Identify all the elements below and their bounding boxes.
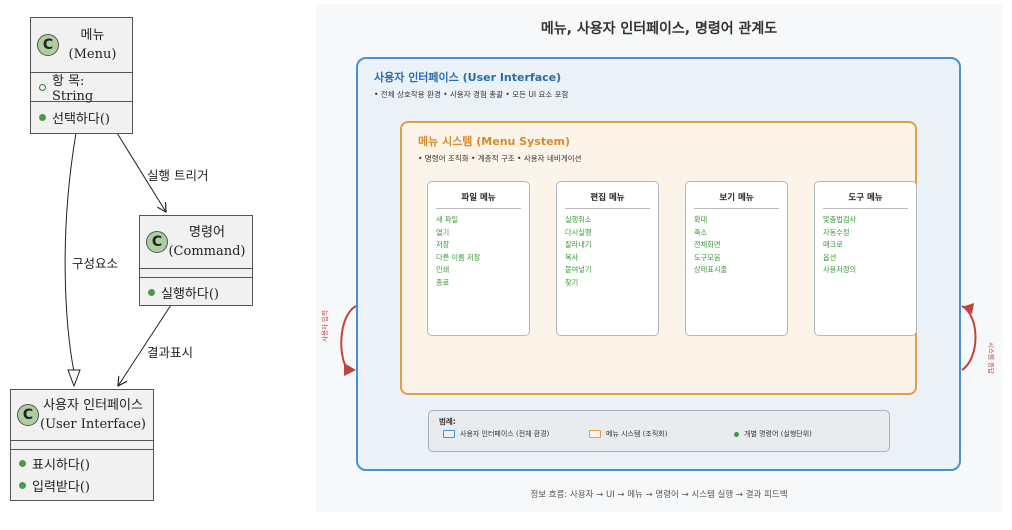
- public-method-icon: [19, 481, 26, 489]
- private-attribute-icon: [39, 83, 46, 91]
- class-command-header: C 명령어 (Command): [140, 216, 252, 268]
- legend-item-ui: 사용자 인터페이스 (전체 환경): [443, 429, 549, 439]
- command-item: 열기: [436, 227, 450, 237]
- command-item: 자동수정: [823, 227, 850, 237]
- command-item: 확대: [694, 215, 708, 224]
- legend-item-command: 개별 명령어 (실행단위): [734, 429, 812, 439]
- label-component: 구성요소: [72, 256, 119, 271]
- class-ui-header: C 사용자 인터페이스 (User Interface): [11, 390, 153, 440]
- class-command-eng: (Command): [168, 244, 246, 259]
- public-method-icon: [39, 113, 46, 121]
- command-item: 붙여넣기: [565, 265, 592, 274]
- side-label-system-response: 시스템 응답: [986, 342, 995, 374]
- command-item: 새 파일: [436, 215, 459, 224]
- menu-card-edit: 편집 메뉴 실행취소 다시실행 잘라내기 복사 붙여넣기 찾기: [556, 181, 659, 336]
- relationship-diagram: 메뉴, 사용자 인터페이스, 명령어 관계도 사용자 입력 시스템 응답 사용자…: [316, 4, 1002, 512]
- command-item: 축소: [694, 227, 708, 237]
- command-item: 다른 이름 저장: [436, 252, 481, 262]
- menu-system-title: 메뉴 시스템 (Menu System): [418, 135, 571, 148]
- legend-ui-swatch: [443, 430, 455, 438]
- class-menu-header: C 메뉴 (Menu): [31, 18, 132, 72]
- class-icon: C: [37, 34, 59, 56]
- class-menu-name: 메뉴: [80, 28, 105, 43]
- legend-item-menu: 메뉴 시스템 (조직화): [589, 429, 667, 439]
- legend-command-dot-icon: [734, 431, 739, 437]
- class-user-interface: C 사용자 인터페이스 (User Interface) 표시하다() 입력받다…: [10, 389, 154, 501]
- command-item: 잘라내기: [565, 240, 592, 249]
- command-item: 종료: [436, 277, 450, 287]
- menu-system-subtitle: • 명령어 조직화 • 계층적 구조 • 사용자 네비게이션: [418, 154, 582, 163]
- public-method-icon: [148, 288, 155, 296]
- command-item: 옵션: [823, 252, 837, 262]
- user-input-arrowhead: [344, 363, 356, 376]
- menu-card-title: 편집 메뉴: [565, 191, 650, 209]
- ui-box-subtitle: • 전체 상호작용 환경 • 사용자 경험 총괄 • 모든 UI 요소 포함: [374, 90, 569, 99]
- command-item: 복사: [565, 252, 579, 262]
- user-input-arc: [340, 305, 357, 371]
- menu-card-tools: 도구 메뉴 맞춤법검사 자동수정 매크로 옵션 사용자정의: [814, 181, 917, 336]
- ui-box-title: 사용자 인터페이스 (User Interface): [374, 71, 562, 84]
- flow-footer: 정보 흐름: 사용자 → UI → 메뉴 → 명령어 → 시스템 실행 → 결과…: [530, 490, 788, 500]
- menu-card-title: 도구 메뉴: [823, 191, 908, 209]
- command-item: 인쇄: [436, 265, 450, 274]
- hollow-triangle-head: [67, 369, 81, 388]
- menu-card-title: 보기 메뉴: [694, 191, 779, 209]
- command-item: 다시실행: [565, 227, 592, 237]
- operation-row: 표시하다(): [11, 450, 153, 474]
- class-ui-eng: (User Interface): [40, 417, 146, 432]
- class-icon: C: [146, 231, 168, 253]
- command-item: 저장: [436, 240, 450, 249]
- operation-row: 선택하다(): [31, 102, 132, 132]
- ui-box: 사용자 인터페이스 (User Interface) • 전체 상호작용 환경 …: [356, 57, 961, 471]
- legend-title: 범례:: [439, 417, 456, 426]
- side-label-user-input: 사용자 입력: [320, 310, 329, 342]
- menu-system-box: 메뉴 시스템 (Menu System) • 명령어 조직화 • 계층적 구조 …: [400, 121, 917, 395]
- command-item: 사용자정의: [823, 265, 857, 274]
- attribute-row: 항 목: String: [31, 73, 132, 104]
- command-item: 매크로: [823, 240, 843, 249]
- class-icon: C: [17, 404, 39, 426]
- system-response-arc: [961, 305, 977, 371]
- command-item: 상태표시줄: [694, 265, 728, 274]
- public-method-icon: [19, 460, 26, 467]
- class-menu: C 메뉴 (Menu) 항 목: String 선택하다(): [30, 17, 133, 134]
- menu-card-view: 보기 메뉴 확대 축소 전체화면 도구모음 상태표시줄: [685, 181, 788, 336]
- operation-row: 입력받다(): [11, 474, 153, 496]
- label-result: 결과표시: [147, 345, 194, 360]
- command-item: 실행취소: [565, 215, 592, 224]
- legend-menu-swatch: [589, 430, 601, 438]
- label-trigger: 실행 트리거: [147, 168, 209, 183]
- class-command-name: 명령어: [189, 225, 225, 240]
- command-item: 찾기: [565, 277, 579, 287]
- menu-card-file: 파일 메뉴 새 파일 열기 저장 다른 이름 저장 인쇄 종료: [427, 181, 530, 336]
- menu-card-title: 파일 메뉴: [436, 191, 521, 209]
- operation-row: 실행하다(): [140, 278, 252, 306]
- command-item: 도구모음: [694, 252, 721, 262]
- command-item: 전체화면: [694, 240, 721, 249]
- command-item: 맞춤법검사: [823, 215, 857, 224]
- class-command: C 명령어 (Command) 실행하다(): [139, 215, 253, 306]
- legend: 범례: 사용자 인터페이스 (전체 환경) 메뉴 시스템 (조직화) 개별 명령…: [428, 410, 890, 452]
- class-menu-eng: (Menu): [68, 47, 117, 62]
- class-ui-name: 사용자 인터페이스: [43, 398, 143, 413]
